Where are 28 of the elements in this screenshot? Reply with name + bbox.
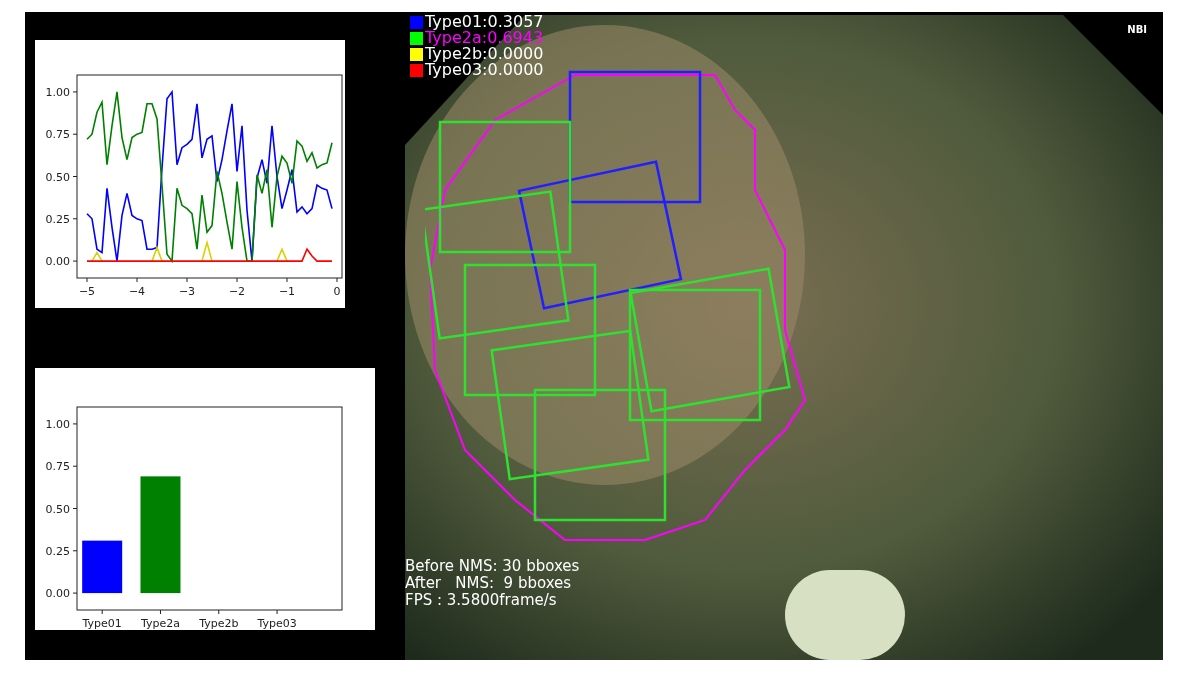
category-label: Type2a — [140, 617, 180, 630]
category-label: Type2b — [199, 617, 239, 630]
y-tick-label: 0.75 — [45, 128, 70, 142]
y-tick-label: 0.00 — [45, 255, 70, 269]
y-tick-label: 1.00 — [45, 85, 70, 99]
mode-label: NBI — [1127, 23, 1147, 37]
x-tick-label: −4 — [128, 285, 146, 298]
stats-text: After NMS: 9 bboxes — [405, 575, 573, 592]
legend-label: Type03:0.0000 — [425, 62, 544, 78]
y-tick-label: 0.50 — [45, 170, 70, 184]
x-tick-label: −1 — [278, 285, 296, 298]
x-tick-label: 0 — [333, 285, 341, 298]
y-tick-label: 0.25 — [45, 544, 70, 558]
x-tick-label: −2 — [228, 285, 246, 298]
y-tick-label: 0.75 — [45, 460, 70, 474]
legend-label: Type2b:0.0000 — [425, 46, 544, 62]
y-tick-label: 0.50 — [45, 502, 70, 516]
y-tick-label: 0.00 — [45, 587, 70, 601]
x-tick-label: −3 — [178, 285, 196, 298]
x-tick-label: −5 — [78, 285, 96, 298]
category-label: Type01 — [82, 617, 122, 630]
legend-label: Type01:0.3057 — [425, 14, 544, 30]
y-tick-label: 1.00 — [45, 417, 70, 431]
y-tick-label: 0.25 — [45, 212, 70, 226]
category-label: Type03 — [257, 617, 297, 630]
stats-text: FPS : 3.5800frame/s — [405, 592, 558, 609]
legend-label: Type2a:0.6943 — [425, 30, 544, 46]
stats-text: Before NMS: 30 bboxes — [405, 558, 580, 575]
